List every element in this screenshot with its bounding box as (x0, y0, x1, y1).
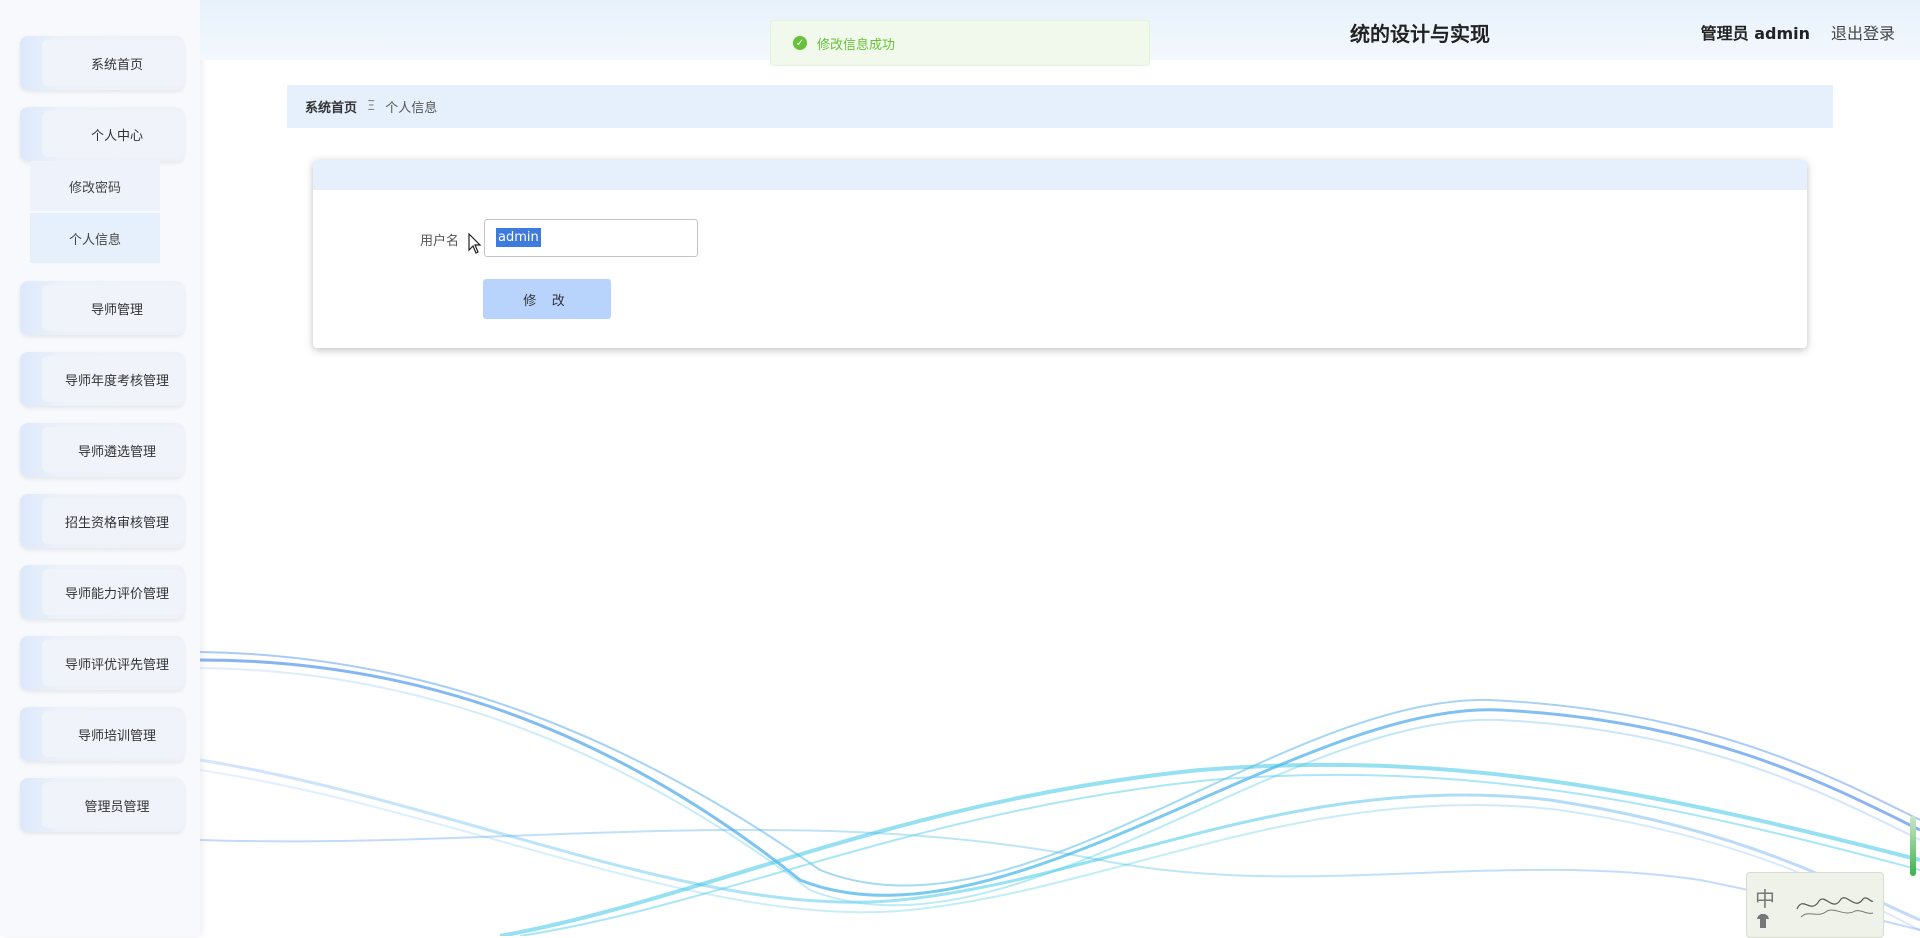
sidebar-item-label: 招生资格审核管理 (64, 515, 169, 531)
shirt-icon (1757, 914, 1769, 928)
sidebar-item-label: 导师能力评价管理 (64, 586, 169, 602)
success-toast: ✓ 修改信息成功 (770, 20, 1150, 66)
sidebar-item-label: 导师年度考核管理 (64, 373, 169, 389)
sidebar-item-admin-management[interactable]: 管理员管理 (20, 778, 184, 832)
sidebar-item-label: 导师培训管理 (77, 728, 156, 744)
sidebar: 系统首页 个人中心 修改密码 个人信息 导师管理 导师年度考核管理 导师遴选管理… (0, 0, 200, 936)
username-label: 用户名 (420, 234, 460, 249)
check-circle-icon: ✓ (793, 36, 807, 50)
sidebar-item-label: 管理员管理 (84, 799, 150, 815)
user-info: 管理员 admin (1700, 24, 1810, 43)
sidebar-item-personal-center[interactable]: 个人中心 (20, 107, 184, 161)
breadcrumb-separator-icon: Ξ (367, 99, 376, 114)
ime-widget[interactable]: 中 (1746, 872, 1884, 938)
sidebar-item-annual-assessment[interactable]: 导师年度考核管理 (20, 352, 184, 406)
sidebar-item-training[interactable]: 导师培训管理 (20, 707, 184, 761)
sidebar-item-label: 个人中心 (90, 128, 143, 144)
mouse-cursor-icon (468, 233, 482, 254)
handwriting-pad-icon (1796, 897, 1874, 918)
sidebar-item-tutor-management[interactable]: 导师管理 (20, 281, 184, 335)
breadcrumb-current: 个人信息 (385, 101, 438, 116)
breadcrumb-home[interactable]: 系统首页 (305, 97, 357, 116)
toast-message: 修改信息成功 (817, 37, 896, 53)
decorative-waves (200, 651, 1920, 936)
breadcrumb: 系统首页 Ξ 个人信息 (287, 85, 1833, 128)
logout-link[interactable]: 退出登录 (1831, 20, 1895, 44)
card-header (313, 160, 1807, 190)
sidebar-item-label: 导师管理 (90, 302, 143, 318)
submenu-item-label: 修改密码 (68, 180, 121, 196)
submenu-item-label: 个人信息 (68, 232, 121, 248)
sidebar-item-ability-evaluation[interactable]: 导师能力评价管理 (20, 565, 184, 619)
sidebar-item-excellence-award[interactable]: 导师评优评先管理 (20, 636, 184, 690)
sidebar-item-label: 导师评优评先管理 (64, 657, 169, 673)
scroll-indicator[interactable] (1910, 816, 1916, 876)
sidebar-item-home[interactable]: 系统首页 (20, 36, 184, 90)
ime-language-indicator[interactable]: 中 (1755, 883, 1775, 912)
submenu-item-change-password[interactable]: 修改密码 (30, 161, 160, 211)
username-input-selection: admin (496, 228, 541, 247)
page-title: 统的设计与实现 (1350, 22, 1490, 46)
sidebar-item-label: 导师遴选管理 (77, 444, 156, 460)
sidebar-item-label: 系统首页 (90, 57, 143, 73)
sidebar-item-enrollment-review[interactable]: 招生资格审核管理 (20, 494, 184, 548)
sidebar-item-tutor-selection[interactable]: 导师遴选管理 (20, 423, 184, 477)
modify-button[interactable]: 修 改 (483, 279, 611, 319)
profile-form-card: 用户名 admin 修 改 (313, 160, 1807, 348)
submenu-item-personal-info[interactable]: 个人信息 (30, 213, 160, 263)
